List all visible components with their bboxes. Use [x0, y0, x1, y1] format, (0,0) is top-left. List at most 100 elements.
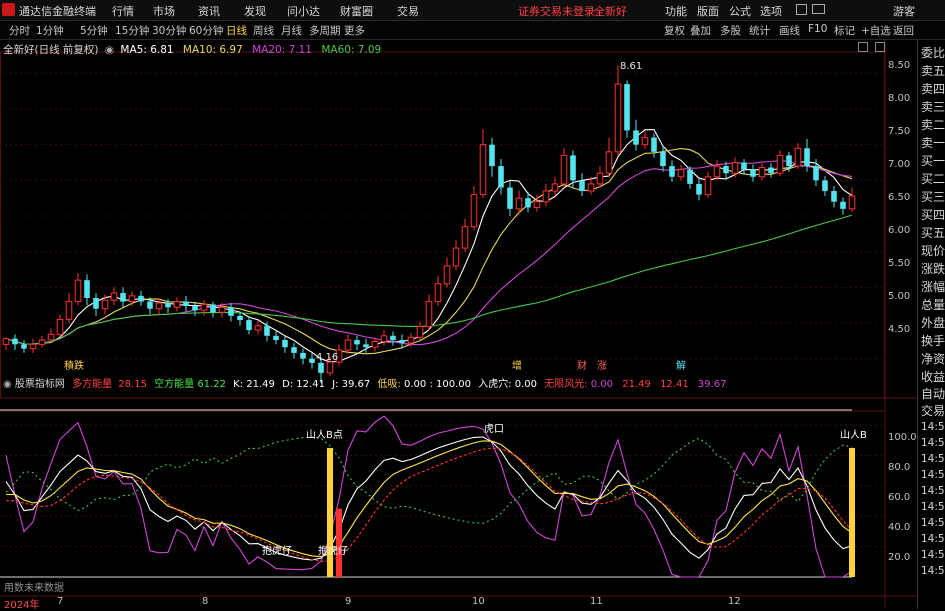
candle-body: [12, 338, 18, 345]
close-icon[interactable]: [874, 42, 885, 52]
quote-label[interactable]: 卖四: [921, 80, 945, 97]
price-tick: 8.00: [888, 93, 911, 104]
quote-label[interactable]: 换手: [921, 332, 945, 349]
period-multi[interactable]: 多周期: [309, 23, 341, 38]
quote-label[interactable]: 卖二: [921, 116, 945, 133]
btn-fanhui[interactable]: 返回: [893, 23, 914, 38]
quote-label[interactable]: 委比: [921, 44, 945, 61]
menu-caifuquan[interactable]: 财富圈: [340, 3, 373, 19]
menu-banmian[interactable]: 版面: [697, 3, 719, 19]
price-tick: 8.50: [888, 60, 911, 71]
period-15min[interactable]: 15分钟: [115, 23, 149, 38]
main-legend: 全新好(日线 前复权) ◉ MA5: 6.81 MA10: 6.97 MA20:…: [3, 42, 381, 57]
candle-body: [425, 301, 433, 328]
candle-body: [560, 154, 568, 185]
btn-diejia[interactable]: 叠加: [690, 23, 711, 38]
quote-label[interactable]: 卖五: [921, 62, 945, 79]
quote-label[interactable]: 现价: [921, 242, 945, 259]
candle-body: [192, 305, 198, 311]
menu-zixun[interactable]: 资讯: [198, 3, 220, 19]
quote-label[interactable]: 卖一: [921, 134, 945, 151]
main-chart-title: 全新好(日线 前复权): [3, 44, 99, 56]
period-monthly[interactable]: 月线: [281, 23, 302, 38]
mail-icon[interactable]: [812, 4, 825, 14]
quote-label[interactable]: 买四: [921, 206, 945, 223]
lock-icon[interactable]: [796, 4, 807, 15]
menu-jiaoyi[interactable]: 交易: [397, 3, 419, 19]
quote-label[interactable]: 买三: [921, 188, 945, 205]
signal-label-1: 山人B点: [306, 429, 343, 441]
kline-chart[interactable]: 8.61 4.16 積跌 增 财 涨 解 山人B点 山人B 抱虎仔 抱虎仔 虎口…: [0, 40, 917, 609]
price-tick: 4.50: [888, 324, 911, 335]
event-marker-4: 涨: [597, 360, 607, 372]
expand-icon[interactable]: [858, 42, 868, 52]
btn-fuquan[interactable]: 复权: [664, 23, 685, 38]
candle-body: [525, 198, 531, 208]
period-weekly[interactable]: 周线: [253, 23, 274, 38]
app-title: 通达信金融终端: [19, 5, 96, 18]
signal-label-3: 抱虎仔: [262, 544, 292, 557]
candle-body: [309, 358, 315, 363]
quote-label[interactable]: 买五: [921, 224, 945, 241]
auto-trade-label[interactable]: 自动: [921, 385, 945, 402]
tick-time: 14:55: [921, 501, 945, 513]
menu-shichang[interactable]: 市场: [153, 3, 175, 19]
period-fenshi[interactable]: 分时: [9, 23, 30, 38]
tick-time: 14:55: [921, 453, 945, 465]
quote-label[interactable]: 涨幅: [921, 278, 945, 295]
btn-huaxian[interactable]: 画线: [779, 23, 800, 38]
candle-body: [237, 315, 243, 321]
menu-xuanxiang[interactable]: 选项: [760, 3, 782, 19]
tick-time: 14:55: [921, 533, 945, 545]
candle-body: [677, 169, 685, 178]
btn-tongji[interactable]: 统计: [749, 23, 770, 38]
btn-biaoji[interactable]: 标记: [834, 23, 855, 38]
candle-body: [434, 283, 442, 303]
menu-hangqing[interactable]: 行情: [112, 3, 134, 19]
menu-gongneng[interactable]: 功能: [665, 3, 687, 19]
candle-body: [723, 166, 729, 174]
quote-label[interactable]: 买一: [921, 152, 945, 169]
candle-body: [318, 362, 324, 373]
candle-body: [264, 325, 270, 336]
user-label[interactable]: 游客: [893, 3, 915, 19]
btn-f10[interactable]: F10: [808, 23, 827, 35]
quote-label[interactable]: 净资: [921, 350, 945, 367]
quote-label[interactable]: 涨跌: [921, 260, 945, 277]
candle-body: [399, 340, 405, 343]
quote-label[interactable]: 卖三: [921, 98, 945, 115]
candle-body: [660, 151, 666, 167]
period-more[interactable]: 更多: [344, 23, 365, 38]
auto-trade-label[interactable]: 交易: [921, 402, 945, 419]
signal-label-4: 抱虎仔: [318, 544, 348, 557]
quote-label[interactable]: 买二: [921, 170, 945, 187]
quote-label[interactable]: 收益: [921, 368, 945, 385]
period-60min[interactable]: 60分钟: [189, 23, 223, 38]
candle-body: [228, 307, 234, 316]
period-1min[interactable]: 1分钟: [36, 23, 64, 38]
j-line: [5, 415, 853, 578]
period-30min[interactable]: 30分钟: [152, 23, 186, 38]
menu-faxian[interactable]: 发现: [244, 3, 266, 19]
candle-body: [363, 344, 369, 348]
energy-bear-line: [5, 436, 853, 524]
signal-label-2: 山人B: [840, 429, 867, 441]
menu-wenxiaoda[interactable]: 问小达: [287, 3, 320, 19]
quote-label[interactable]: 总量: [921, 296, 945, 313]
trade-login-alert[interactable]: 证券交易未登录: [518, 3, 595, 19]
candle-body: [489, 144, 495, 167]
quote-label[interactable]: 外盘: [921, 314, 945, 331]
period-5min[interactable]: 5分钟: [80, 23, 108, 38]
indicator-settings-icon[interactable]: ◉: [3, 379, 12, 390]
settings-icon[interactable]: ◉: [105, 44, 114, 56]
candle-body: [56, 318, 64, 335]
candle-body: [651, 137, 657, 152]
btn-duogu[interactable]: 多股: [720, 23, 741, 38]
period-daily[interactable]: 日线: [226, 23, 247, 38]
menu-gongshi[interactable]: 公式: [729, 3, 751, 19]
price-grid: [0, 72, 885, 360]
d-line: [5, 440, 853, 558]
candle-body: [120, 293, 126, 302]
candle-body: [831, 191, 837, 202]
btn-zixuan[interactable]: +自选: [861, 23, 891, 38]
